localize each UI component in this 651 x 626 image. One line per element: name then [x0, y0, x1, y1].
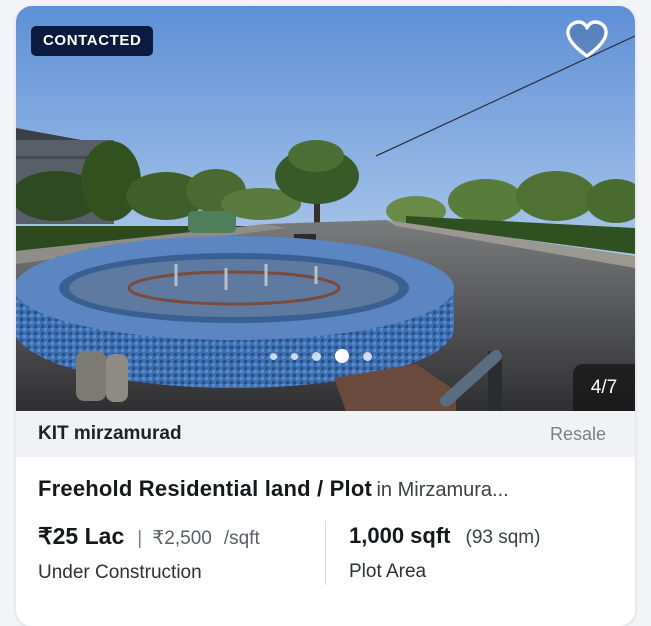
plot-area-label: Plot Area: [349, 561, 427, 582]
property-photo[interactable]: CONTACTED 4/7: [16, 6, 635, 411]
carousel-dot[interactable]: [312, 351, 321, 361]
project-name[interactable]: KIT mirzamurad: [38, 423, 182, 445]
divider: [325, 521, 326, 585]
price-unit: /sqft: [223, 528, 260, 549]
area-section: 1,000 sqft (93 sqm) Plot Area: [349, 523, 540, 583]
contacted-badge: CONTACTED: [31, 26, 154, 56]
listing-title[interactable]: Freehold Residential land / Plot in Mirz…: [38, 476, 509, 502]
carousel-dot[interactable]: [363, 351, 372, 361]
price-section: ₹25 Lac | ₹2,500 /sqft Under Constructio…: [38, 523, 260, 584]
price-per-sqft: ₹2,500: [152, 528, 212, 549]
construction-status: Under Construction: [38, 562, 202, 583]
property-type: Freehold Residential land / Plot: [38, 476, 373, 501]
carousel-dot[interactable]: [291, 352, 298, 360]
plot-area: 1,000 sqft: [349, 523, 451, 548]
property-location: in Mirzamura...: [376, 479, 509, 501]
project-strip: KIT mirzamurad Resale: [16, 411, 635, 457]
price: ₹25 Lac: [38, 523, 125, 549]
carousel-dot[interactable]: [270, 352, 277, 360]
transaction-type: Resale: [549, 423, 606, 444]
image-counter: 4/7: [573, 364, 635, 411]
favorite-heart-icon[interactable]: [564, 20, 610, 60]
plot-area-sqm: (93 sqm): [465, 527, 541, 548]
property-card[interactable]: CONTACTED 4/7 KIT mirzamurad Resale Free…: [16, 6, 635, 626]
carousel-dot-active[interactable]: [335, 349, 349, 363]
price-separator: |: [137, 528, 143, 549]
carousel-dots[interactable]: [270, 349, 372, 363]
